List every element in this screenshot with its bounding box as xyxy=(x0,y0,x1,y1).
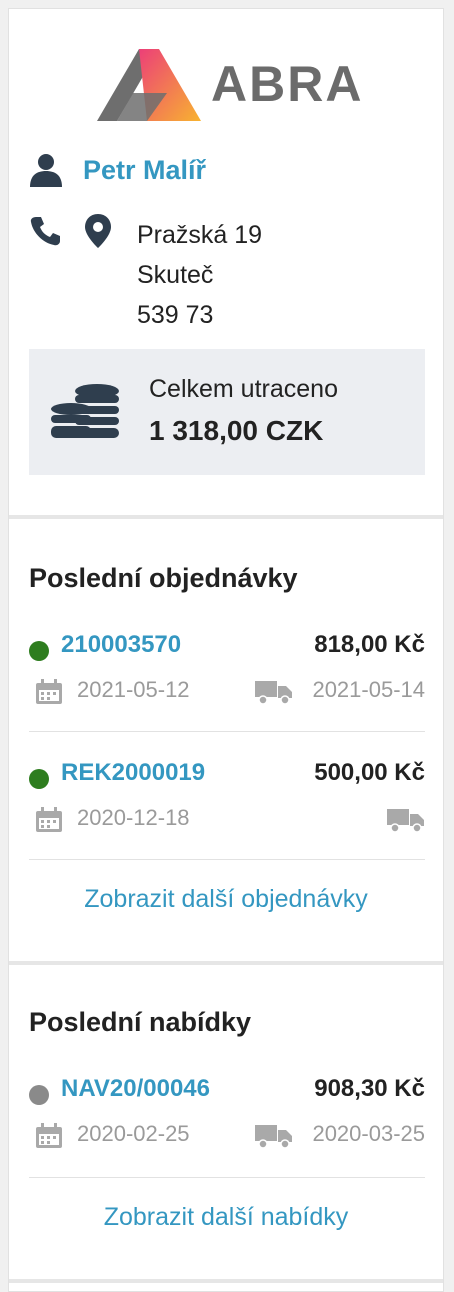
offer-date: 2020-02-25 xyxy=(77,1121,190,1146)
status-dot xyxy=(29,769,49,789)
section-divider xyxy=(9,515,443,519)
total-spent-value: 1 318,00 CZK xyxy=(149,415,324,446)
offer-number-link[interactable]: NAV20/00046 xyxy=(61,1075,210,1103)
customer-name-link[interactable]: Petr Malíř xyxy=(83,155,206,186)
row-divider xyxy=(29,859,425,860)
total-spent-box: Celkem utraceno 1 318,00 CZK xyxy=(29,349,425,475)
order-date: 2021-05-12 xyxy=(77,677,190,702)
customer-panel: ABRA Petr Malíř Pražská 19 Skuteč 539 73 xyxy=(8,8,444,1292)
order-amount: 500,00 Kč xyxy=(314,759,425,786)
calendar-icon xyxy=(36,679,62,704)
coins-icon xyxy=(51,384,119,438)
order-amount: 818,00 Kč xyxy=(314,631,425,658)
truck-icon xyxy=(255,1125,292,1149)
show-more-orders-link[interactable]: Zobrazit další objednávky xyxy=(9,885,443,914)
total-spent-label: Celkem utraceno xyxy=(149,375,338,403)
user-icon xyxy=(30,154,62,187)
row-divider xyxy=(29,731,425,732)
address-street: Pražská 19 xyxy=(137,221,263,249)
row-divider xyxy=(29,1177,425,1178)
truck-icon xyxy=(387,809,424,833)
show-more-offers-link[interactable]: Zobrazit další nabídky xyxy=(9,1203,443,1232)
abra-logo: ABRA xyxy=(97,49,367,121)
address-city: Skuteč xyxy=(137,261,214,289)
logo-text: ABRA xyxy=(211,56,364,112)
section-divider xyxy=(9,1279,443,1283)
offer-amount: 908,30 Kč xyxy=(314,1075,425,1102)
delivery-date: 2021-05-14 xyxy=(312,677,425,702)
customer-address: Pražská 19 Skuteč 539 73 xyxy=(137,215,262,335)
address-zip: 539 73 xyxy=(137,301,214,329)
calendar-icon xyxy=(36,807,62,832)
order-date: 2020-12-18 xyxy=(77,805,190,830)
order-number-link[interactable]: 210003570 xyxy=(61,631,181,659)
location-icon[interactable] xyxy=(83,213,113,249)
abra-logo-icon xyxy=(97,49,201,121)
section-divider xyxy=(9,961,443,965)
phone-icon[interactable] xyxy=(29,215,61,247)
calendar-icon xyxy=(36,1123,62,1148)
order-number-link[interactable]: REK2000019 xyxy=(61,759,205,787)
orders-title: Poslední objednávky xyxy=(29,563,298,593)
status-dot xyxy=(29,1085,49,1105)
offers-title: Poslední nabídky xyxy=(29,1007,252,1037)
delivery-date: 2020-03-25 xyxy=(312,1121,425,1146)
truck-icon xyxy=(255,681,292,705)
status-dot xyxy=(29,641,49,661)
